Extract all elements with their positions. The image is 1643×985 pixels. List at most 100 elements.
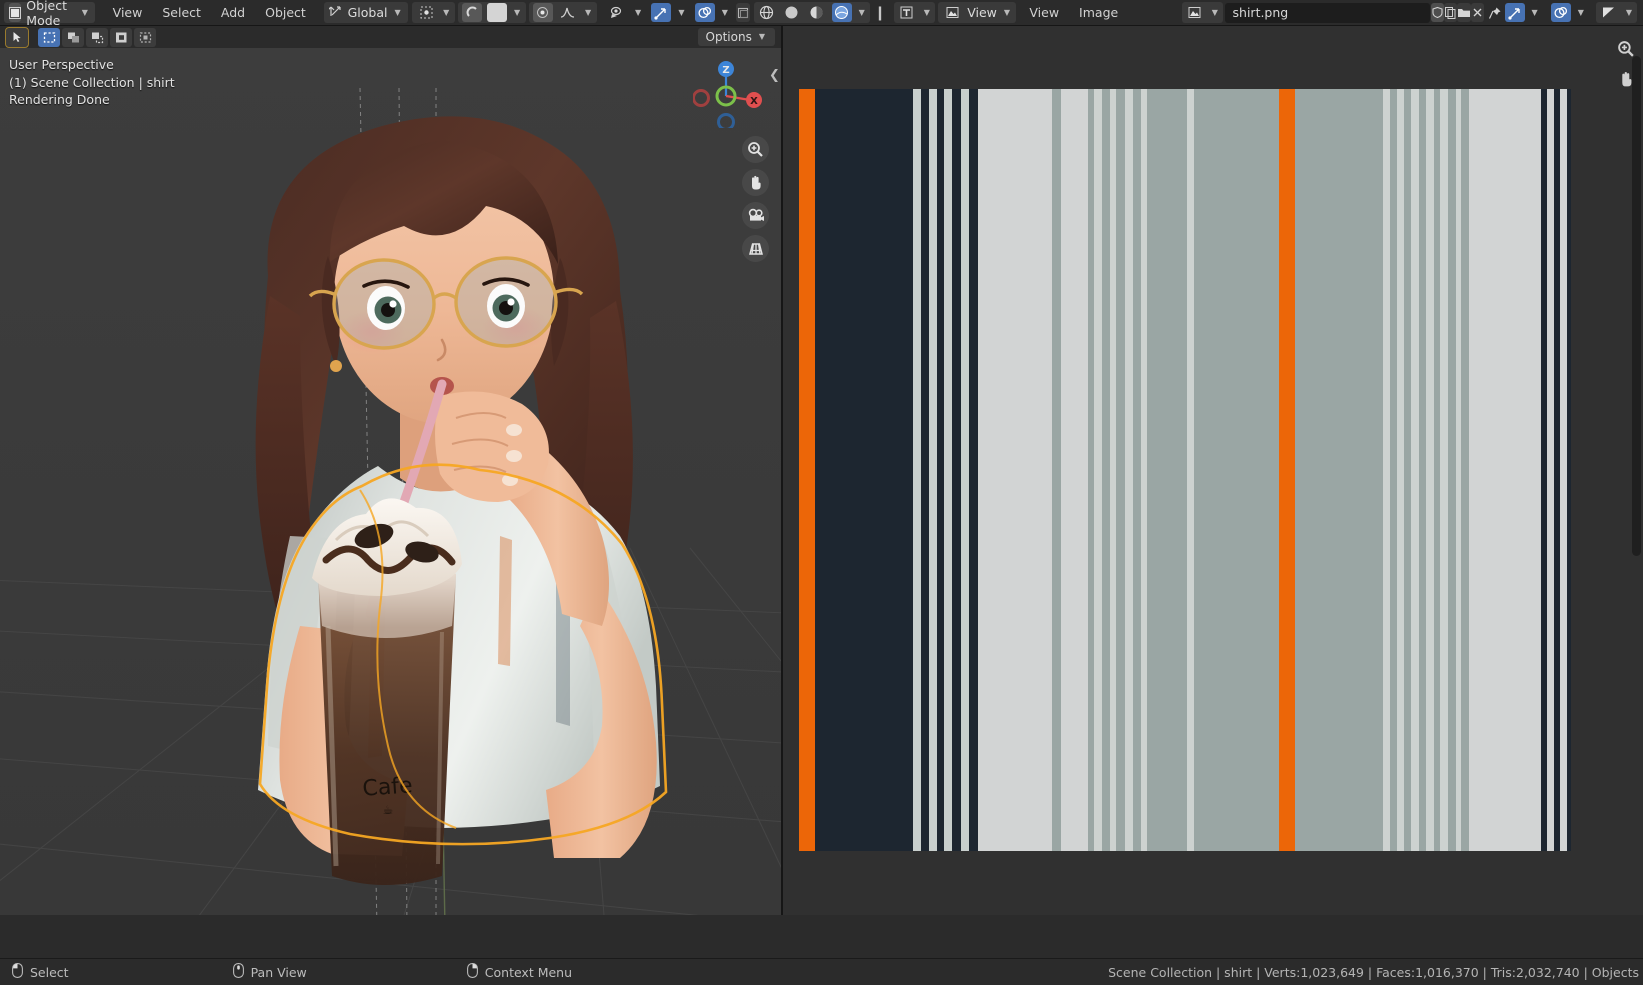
viewport-options-button[interactable]: Options ▼ — [697, 28, 775, 46]
open-folder-icon[interactable] — [1457, 3, 1472, 22]
image-gizmo-toggle-group[interactable]: ▼ — [1502, 2, 1543, 23]
status-bar: Select Pan View Context Menu Scene Colle… — [0, 958, 1643, 985]
orientation-icon — [327, 3, 343, 22]
proportional-editing-icon[interactable] — [532, 3, 553, 22]
select-circle-icon[interactable] — [62, 27, 84, 47]
mode-selector[interactable]: Object Mode ▼ — [4, 0, 95, 28]
menu-object[interactable]: Object — [255, 2, 316, 23]
camera-view-icon[interactable] — [742, 202, 769, 229]
select-extend-icon[interactable] — [134, 27, 156, 47]
view-mode-icon — [942, 3, 963, 22]
image-editor-nav-buttons[interactable] — [1615, 38, 1637, 90]
wireframe-shading-icon[interactable] — [757, 3, 777, 22]
unlink-x-icon[interactable] — [1471, 3, 1485, 22]
chevron-down-icon[interactable]: ▼ — [393, 8, 403, 17]
viewport-header: Options ▼ — [0, 26, 781, 48]
transform-orientation[interactable]: Global ▼ — [323, 2, 408, 24]
chevron-down-icon[interactable]: ▼ — [633, 8, 643, 17]
overlays-toggle-group[interactable]: ▼ — [692, 2, 733, 24]
chevron-down-icon[interactable]: ▼ — [583, 8, 593, 17]
pivot-point-selector[interactable]: ▼ — [412, 2, 456, 24]
chevron-down-icon[interactable]: ▼ — [922, 8, 932, 17]
viewport-info-overlay: User Perspective (1) Scene Collection | … — [9, 56, 175, 109]
menu-view[interactable]: View — [103, 2, 153, 23]
chevron-down-icon[interactable]: ▼ — [857, 8, 867, 17]
proportional-falloff-icon[interactable] — [558, 3, 578, 22]
toggle-ortho-persp-icon[interactable] — [742, 235, 769, 262]
image-datablock-selector[interactable]: ▼ — [1181, 2, 1223, 24]
viewport-nav-buttons[interactable] — [742, 136, 769, 262]
material-shading-icon[interactable] — [807, 3, 827, 22]
chevron-down-icon[interactable]: ▼ — [676, 8, 686, 17]
image-editor[interactable] — [783, 26, 1643, 915]
3d-viewport[interactable]: Cafe ☕ Options ▼ User Perspective (1) Sc… — [0, 26, 781, 915]
overlays-toggle-icon[interactable] — [694, 3, 715, 22]
menu-add[interactable]: Add — [211, 2, 255, 23]
uv-image-canvas[interactable] — [799, 89, 1571, 851]
overlays-toggle-icon[interactable] — [1550, 3, 1571, 22]
pin-icon[interactable] — [1488, 3, 1502, 22]
cursor-tool-icon[interactable] — [110, 27, 132, 47]
pan-view-icon[interactable] — [1615, 68, 1637, 90]
zoom-view-icon[interactable] — [742, 136, 769, 163]
image-editor-scrollbar[interactable] — [1632, 56, 1641, 556]
image-editor-mode[interactable]: View ▼ — [938, 2, 1017, 24]
overlay-render-status: Rendering Done — [9, 92, 110, 107]
display-channels-group[interactable]: ▼ — [1595, 2, 1637, 23]
image-editor-icon — [896, 3, 917, 22]
bottom-panel-gap — [0, 915, 1643, 958]
new-image-icon[interactable] — [1444, 3, 1458, 22]
gizmo-axis-z: Z — [722, 65, 729, 76]
top-toolbar: Object Mode ▼ View Select Add Object Glo… — [0, 0, 1643, 28]
navigation-gizmo[interactable]: Z X — [692, 58, 763, 131]
browse-image-icon[interactable] — [1184, 3, 1205, 22]
image-overlays-toggle-group[interactable]: ▼ — [1548, 2, 1589, 23]
zoom-view-icon[interactable] — [1615, 38, 1637, 60]
chevron-down-icon[interactable]: ▼ — [1530, 8, 1540, 17]
chevron-down-icon[interactable]: ▼ — [512, 8, 522, 17]
orientation-label: Global — [347, 5, 388, 20]
status-pan-view: Pan View — [232, 963, 307, 981]
gizmo-toggle-icon[interactable] — [651, 3, 672, 22]
editor-split-handle[interactable]: ❙ — [874, 5, 886, 21]
xray-toggle-icon[interactable] — [736, 3, 751, 22]
gizmo-toggle-icon[interactable] — [1504, 3, 1525, 22]
select-lasso-icon[interactable] — [86, 27, 108, 47]
visibility-selector[interactable]: ▼ — [605, 2, 646, 24]
shading-modes[interactable]: ▼ — [753, 2, 870, 24]
pan-view-icon[interactable] — [742, 169, 769, 196]
character-render: Cafe ☕ — [150, 66, 730, 915]
image-menu-view[interactable]: View — [1019, 2, 1069, 23]
image-name-field[interactable]: shirt.png — [1224, 2, 1430, 23]
options-label: Options — [705, 30, 752, 44]
gizmo-toggle-group[interactable]: ▼ — [648, 2, 689, 24]
snap-magnet-icon[interactable] — [462, 3, 483, 22]
mouse-right-icon — [466, 963, 478, 981]
chevron-down-icon[interactable]: ▼ — [720, 8, 730, 17]
snap-target-icon[interactable] — [487, 3, 508, 22]
display-channels-icon[interactable] — [1598, 3, 1619, 22]
tweak-select-tool-icon[interactable] — [5, 26, 29, 48]
proportional-editing[interactable]: ▼ — [528, 2, 598, 24]
image-menu-image[interactable]: Image — [1069, 2, 1128, 23]
chevron-down-icon[interactable]: ▼ — [80, 8, 90, 17]
svg-text:☕: ☕ — [383, 803, 394, 817]
show-gizmo-icon[interactable] — [608, 3, 628, 22]
mode-label: Object Mode — [26, 0, 68, 28]
chevron-down-icon[interactable]: ▼ — [1210, 8, 1220, 17]
chevron-left-icon[interactable]: ❮ — [769, 64, 780, 86]
shield-fake-user-icon[interactable] — [1431, 3, 1445, 22]
snapping-controls[interactable]: ▼ — [458, 2, 527, 24]
status-context-menu: Context Menu — [466, 963, 572, 981]
chevron-down-icon[interactable]: ▼ — [1576, 8, 1586, 17]
status-pan-label: Pan View — [250, 964, 307, 980]
chevron-down-icon[interactable]: ▼ — [1002, 8, 1012, 17]
menu-select[interactable]: Select — [152, 2, 211, 23]
chevron-down-icon: ▼ — [758, 32, 765, 41]
rendered-shading-icon[interactable] — [831, 3, 852, 22]
select-box-icon[interactable] — [38, 27, 60, 47]
chevron-down-icon[interactable]: ▼ — [1624, 8, 1634, 17]
image-editor-type-selector[interactable]: ▼ — [893, 2, 935, 24]
chevron-down-icon[interactable]: ▼ — [441, 8, 451, 17]
solid-shading-icon[interactable] — [782, 3, 802, 22]
